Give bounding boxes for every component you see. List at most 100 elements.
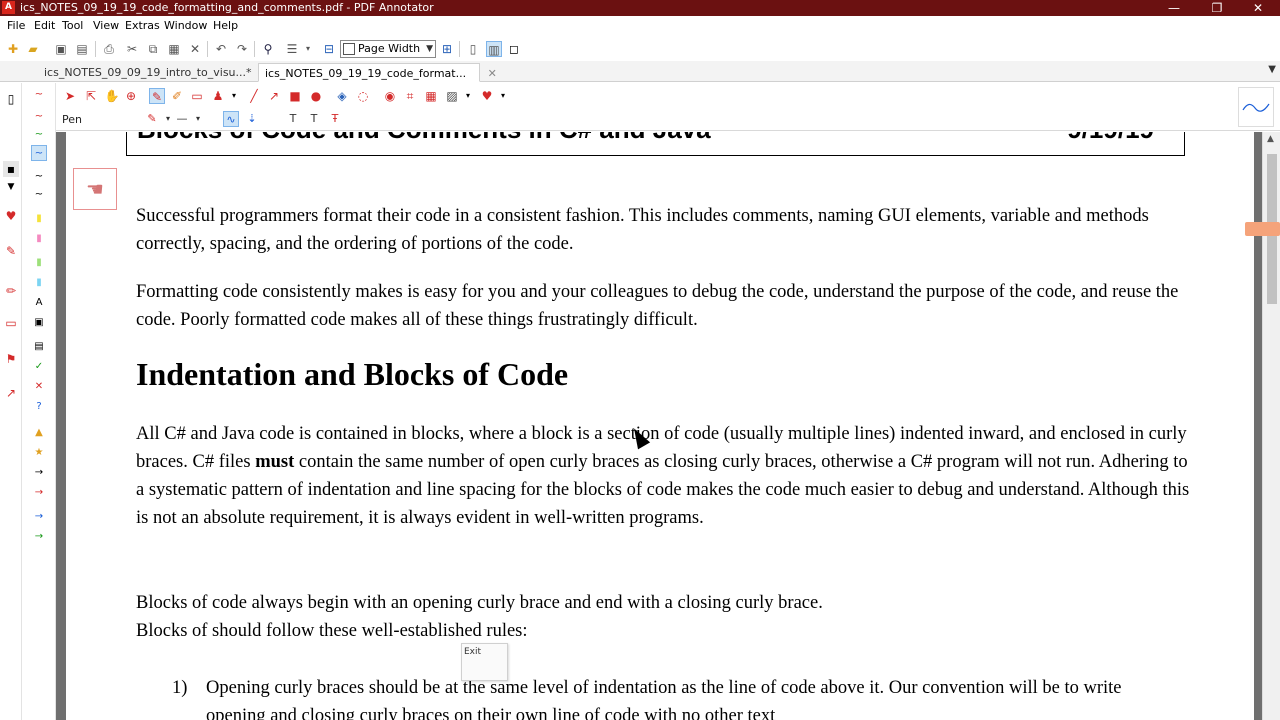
- hand-tool-icon[interactable]: ✋: [104, 88, 120, 104]
- restore-button[interactable]: ❐: [1197, 0, 1237, 16]
- new-document-icon[interactable]: ✚: [5, 41, 21, 57]
- delete-icon[interactable]: ✕: [187, 41, 203, 57]
- scroll-up-icon[interactable]: ▲: [1267, 134, 1274, 144]
- close-tab-icon[interactable]: ✕: [488, 67, 497, 80]
- red-pen-icon[interactable]: ~: [31, 87, 47, 103]
- eraser-icon[interactable]: ◈: [334, 88, 350, 104]
- save-icon[interactable]: ▣: [53, 41, 69, 57]
- menu-view[interactable]: View: [93, 19, 119, 32]
- open-folder-icon[interactable]: ▰: [25, 41, 41, 57]
- cross-mark-icon[interactable]: ✕: [31, 379, 47, 395]
- document-viewport[interactable]: Blocks of Code and Comments in C# and Ja…: [56, 132, 1262, 720]
- dropdown-chevron-icon[interactable]: ▾: [300, 41, 316, 57]
- paste-icon[interactable]: ▦: [166, 41, 182, 57]
- camera-icon[interactable]: ◉: [382, 88, 398, 104]
- tab-code-formatting[interactable]: ics_NOTES_09_19_19_code_format... ✕: [258, 63, 497, 82]
- favorites-heart-icon[interactable]: ♥: [479, 88, 495, 104]
- warning-icon[interactable]: ▲: [31, 425, 47, 441]
- zoom-in-icon[interactable]: ⊞: [439, 41, 455, 57]
- red-arrow-icon[interactable]: →: [31, 485, 47, 501]
- text-box-icon[interactable]: ▭: [3, 315, 19, 331]
- green-arrow-icon[interactable]: →: [31, 529, 47, 545]
- lasso-icon[interactable]: ◌: [355, 88, 371, 104]
- pen-tool-icon[interactable]: ✎: [3, 243, 19, 259]
- black-pen-icon[interactable]: ~: [31, 169, 47, 185]
- tab-scroll-down-icon[interactable]: ▼: [1268, 64, 1276, 75]
- text-tool-icon[interactable]: A: [31, 295, 47, 311]
- undo-icon[interactable]: ↶: [213, 41, 229, 57]
- cyan-highlighter-icon[interactable]: ▮: [31, 275, 47, 291]
- minimize-button[interactable]: —: [1154, 0, 1194, 16]
- smooth-stroke-icon[interactable]: ∿: [223, 111, 239, 127]
- dropdown-chevron-icon[interactable]: ▼: [3, 179, 19, 195]
- fullscreen-icon[interactable]: ◻: [506, 41, 522, 57]
- text-top-icon[interactable]: T: [285, 111, 301, 127]
- save-as-icon[interactable]: ▤: [74, 41, 90, 57]
- continuous-view-icon[interactable]: ▥: [486, 41, 502, 57]
- pink-highlighter-icon[interactable]: ▮: [31, 231, 47, 247]
- stamp-icon[interactable]: ⚑: [3, 351, 19, 367]
- zoom-select[interactable]: Page Width ▼: [340, 40, 436, 58]
- arrow-tool-icon[interactable]: ↗: [3, 385, 19, 401]
- text-strike-icon[interactable]: Ŧ: [327, 111, 343, 127]
- select-text-icon[interactable]: ⇱: [83, 88, 99, 104]
- text-middle-icon[interactable]: T: [306, 111, 322, 127]
- dropdown-chevron-icon[interactable]: ▾: [226, 88, 242, 104]
- line-width-icon[interactable]: —: [174, 111, 190, 127]
- menu-help[interactable]: Help: [213, 19, 238, 32]
- menu-window[interactable]: Window: [164, 19, 207, 32]
- pen-icon[interactable]: ✎: [149, 88, 165, 104]
- line-tool-icon[interactable]: ╱: [246, 88, 262, 104]
- ruler-icon[interactable]: ▦: [423, 88, 439, 104]
- favorite-heart-icon[interactable]: ♥: [3, 208, 19, 224]
- snap-icon[interactable]: ⇣: [244, 111, 260, 127]
- tab-intro-to-visual[interactable]: ics_NOTES_09_09_19_intro_to_visu...*: [38, 63, 258, 82]
- stamp-tool-icon[interactable]: ▤: [31, 339, 47, 355]
- redo-icon[interactable]: ↷: [234, 41, 250, 57]
- dropdown-chevron-icon[interactable]: ▾: [495, 88, 511, 104]
- stamp-icon[interactable]: ♟: [210, 88, 226, 104]
- star-icon[interactable]: ★: [31, 445, 47, 461]
- exit-tooltip[interactable]: Exit: [461, 643, 508, 681]
- collapse-icon[interactable]: ▪: [3, 161, 19, 177]
- ellipse-tool-icon[interactable]: ●: [308, 88, 324, 104]
- print-icon[interactable]: ⎙: [101, 41, 117, 57]
- note-tool-icon[interactable]: ▣: [31, 315, 47, 331]
- menu-edit[interactable]: Edit: [34, 19, 55, 32]
- side-panel-tab[interactable]: [1245, 222, 1280, 236]
- marker-icon[interactable]: ✏: [3, 283, 19, 299]
- vertical-scrollbar[interactable]: ▲: [1262, 132, 1280, 720]
- select-arrow-icon[interactable]: ➤: [62, 88, 78, 104]
- yellow-highlighter-icon[interactable]: ▮: [31, 211, 47, 227]
- rectangle-tool-icon[interactable]: ■: [287, 88, 303, 104]
- find-icon[interactable]: ⚲: [260, 41, 276, 57]
- zoom-out-icon[interactable]: ⊟: [321, 41, 337, 57]
- cut-icon[interactable]: ✂: [124, 41, 140, 57]
- blue-arrow-icon[interactable]: →: [31, 509, 47, 525]
- green-pen-icon[interactable]: ~: [31, 127, 47, 143]
- dropdown-chevron-icon[interactable]: ▾: [190, 111, 206, 127]
- blue-pen-icon[interactable]: ~: [31, 145, 47, 161]
- gray-pen-icon[interactable]: ~: [31, 187, 47, 203]
- blank-page-icon[interactable]: ▯: [3, 91, 19, 107]
- hand-stamp-icon[interactable]: ☚: [73, 168, 117, 210]
- marker-icon[interactable]: ✐: [169, 88, 185, 104]
- menu-file[interactable]: File: [7, 19, 25, 32]
- black-arrow-icon[interactable]: →: [31, 465, 47, 481]
- crop-icon[interactable]: ⌗: [402, 88, 418, 104]
- zoom-tool-icon[interactable]: ⊕: [123, 88, 139, 104]
- question-mark-icon[interactable]: ?: [31, 399, 47, 415]
- insert-image-icon[interactable]: ▨: [444, 88, 460, 104]
- page-settings-icon[interactable]: ☰: [284, 41, 300, 57]
- dropdown-chevron-icon[interactable]: ▾: [460, 88, 476, 104]
- text-box-icon[interactable]: ▭: [189, 88, 205, 104]
- menu-extras[interactable]: Extras: [125, 19, 160, 32]
- pen-color-icon[interactable]: ✎: [144, 111, 160, 127]
- red-pen-thin-icon[interactable]: ~: [31, 109, 47, 125]
- close-window-button[interactable]: ✕: [1238, 0, 1278, 16]
- arrow-tool-icon[interactable]: ↗: [266, 88, 282, 104]
- copy-icon[interactable]: ⧉: [145, 41, 161, 57]
- checkmark-icon[interactable]: ✓: [31, 359, 47, 375]
- single-page-icon[interactable]: ▯: [465, 41, 481, 57]
- green-highlighter-icon[interactable]: ▮: [31, 255, 47, 271]
